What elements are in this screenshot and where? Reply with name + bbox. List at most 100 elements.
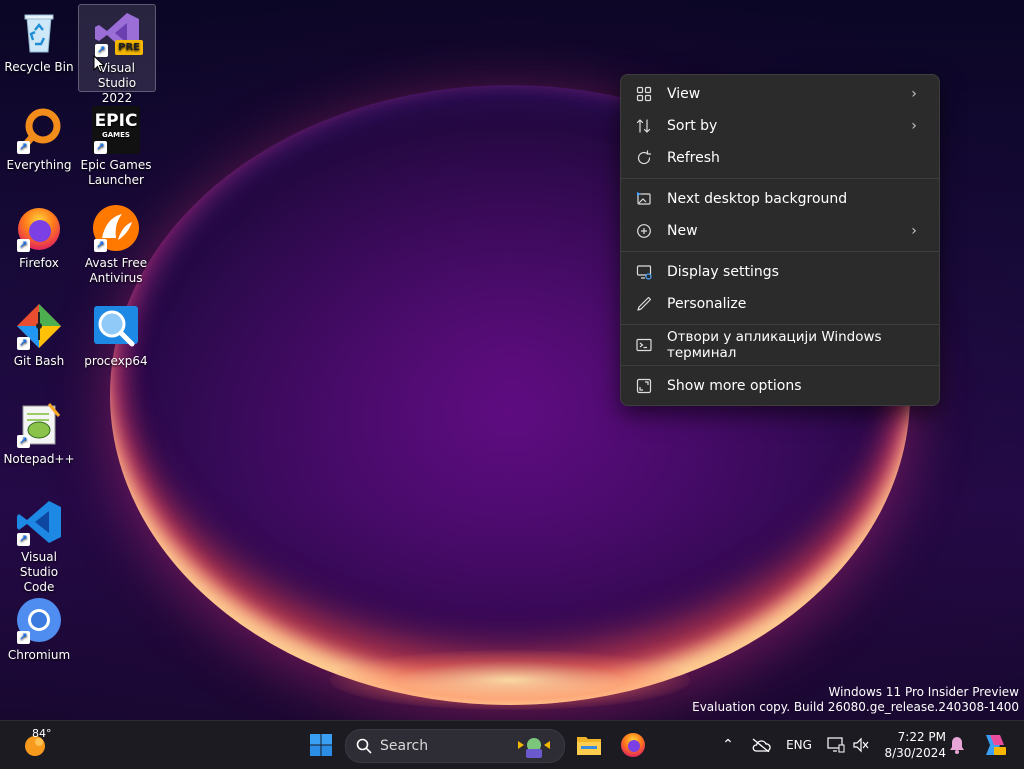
menu-item-label: Display settings [667,264,779,280]
chevron-right-icon: › [911,86,917,102]
menu-item-label: New [667,223,698,239]
search-icon [356,738,372,754]
menu-item-open-windows-terminal[interactable]: Отвори у апликацији Windows терминал [625,329,935,361]
menu-item-label: Отвори у апликацији Windows терминал [667,329,882,361]
shortcut-arrow-icon: ↗ [94,141,107,154]
everything-magnifier-icon: ↗ [15,106,63,154]
git-bash-icon: ↗ [15,302,63,350]
desktop-icon-everything[interactable]: ↗ Everything [1,102,77,192]
notification-button[interactable] [946,721,968,769]
shortcut-arrow-icon: ↗ [17,239,30,252]
watermark-edition: Windows 11 Pro Insider Preview [828,685,1019,699]
speaker-muted-icon [853,737,869,753]
desktop-icon-firefox[interactable]: ↗ Firefox [1,200,77,290]
menu-item-refresh[interactable]: Refresh [625,143,935,173]
menu-item-personalize[interactable]: Personalize [625,289,935,319]
desktop-icon-notepad-plus-plus[interactable]: ↗ Notepad++ [1,396,77,486]
image-next-icon [635,190,653,208]
chromium-icon: ↗ [15,596,63,644]
language-indicator[interactable]: ENG [782,721,816,769]
vscode-icon: ↗ [15,498,63,546]
firefox-icon: ↗ [15,204,63,252]
desktop-icon-visual-studio-2022-preview[interactable]: PRE ↗ Visual Studio 2022 Preview [78,4,156,120]
desktop-icon-label: Avast Free Antivirus [84,256,148,285]
menu-item-label: Next desktop background [667,191,848,207]
desktop-icon-procexp64[interactable]: procexp64 [78,298,154,388]
terminal-icon [635,336,653,354]
evaluation-watermark: Windows 11 Pro Insider Preview Evaluatio… [692,685,1019,715]
menu-item-view[interactable]: View › [625,79,935,109]
chevron-right-icon: › [911,118,917,134]
plus-circle-icon [635,222,653,240]
games-logo-text: GAMES [102,131,130,139]
desktop-icon-label: Epic Games Launcher [80,158,152,187]
volume-status[interactable] [850,721,872,769]
menu-item-show-more-options[interactable]: Show more options [625,371,935,401]
epic-logo-text: EPIC [94,111,138,131]
taskbar-file-explorer[interactable] [572,721,606,769]
search-label: Search [380,738,429,754]
desktop-icon-label: Chromium [7,648,71,662]
show-hidden-icons-button[interactable]: ⌃ [716,721,740,769]
onedrive-status[interactable] [748,721,774,769]
menu-item-label: Personalize [667,296,747,312]
chevron-up-icon: ⌃ [722,737,734,753]
desktop-icon-visual-studio-code[interactable]: ↗ Visual Studio Code [1,494,77,594]
menu-item-label: Sort by [667,118,718,134]
weather-widget[interactable]: 84° [14,721,58,769]
start-button[interactable] [304,721,338,769]
desktop-icon-label: procexp64 [84,354,148,368]
weather-temperature: 84° [32,727,52,740]
recycle-bin-icon [15,8,63,56]
menu-separator [621,251,939,252]
desktop[interactable]: Recycle Bin PRE ↗ Visual Studio 2022 Pre… [0,0,1024,720]
refresh-icon [635,149,653,167]
visual-studio-preview-icon: PRE ↗ [93,9,143,57]
clock-time: 7:22 PM [897,730,946,744]
menu-item-label: Show more options [667,378,802,394]
desktop-icon-label: Git Bash [13,354,65,368]
desktop-icon-avast-free-antivirus[interactable]: ↗ Avast Free Antivirus [78,200,154,290]
cloud-offline-icon [752,738,771,752]
search-highlight-illustration-icon [518,738,550,758]
clock[interactable]: 7:22 PM 8/30/2024 [878,721,946,769]
shortcut-arrow-icon: ↗ [94,239,107,252]
copilot-button[interactable] [976,721,1010,769]
menu-item-new[interactable]: New › [625,216,935,246]
taskbar-firefox[interactable] [616,721,650,769]
desktop-icon-label: Visual Studio Code [19,550,59,594]
taskbar: 84° Search ⌃ ENG 7:22 PM 8/30/2024 [0,720,1024,769]
grid-icon [635,85,653,103]
menu-item-display-settings[interactable]: Display settings [625,257,935,287]
menu-separator [621,365,939,366]
bell-icon [950,737,964,754]
pen-icon [635,295,653,313]
wallpaper-glow [330,650,690,710]
shortcut-arrow-icon: ↗ [17,337,30,350]
windows-logo-icon [310,734,332,756]
sort-icon [635,117,653,135]
watermark-build: Evaluation copy. Build 26080.ge_release.… [692,700,1019,714]
expand-icon [635,377,653,395]
menu-item-next-desktop-background[interactable]: Next desktop background [625,184,935,214]
firefox-icon [621,733,645,757]
desktop-icon-label: Recycle Bin [4,60,74,74]
notepad-plus-plus-icon: ↗ [15,400,63,448]
desktop-icon-epic-games-launcher[interactable]: EPIC GAMES ↗ Epic Games Launcher [78,102,154,192]
menu-item-sort-by[interactable]: Sort by › [625,111,935,141]
preview-badge: PRE [115,40,143,55]
network-status[interactable] [824,721,848,769]
shortcut-arrow-icon: ↗ [17,141,30,154]
desktop-icon-chromium[interactable]: ↗ Chromium [1,592,77,682]
copilot-icon [986,735,1006,755]
epic-games-icon: EPIC GAMES ↗ [92,106,140,154]
desktop-icon-git-bash[interactable]: ↗ Git Bash [1,298,77,388]
taskbar-search-box[interactable]: Search [345,729,565,763]
process-explorer-icon [92,302,140,350]
display-settings-icon [635,263,653,281]
desktop-icon-recycle-bin[interactable]: Recycle Bin [1,4,77,94]
mouse-cursor-icon [93,55,105,73]
folder-icon [577,737,601,755]
shortcut-arrow-icon: ↗ [17,631,30,644]
shortcut-arrow-icon: ↗ [17,533,30,546]
